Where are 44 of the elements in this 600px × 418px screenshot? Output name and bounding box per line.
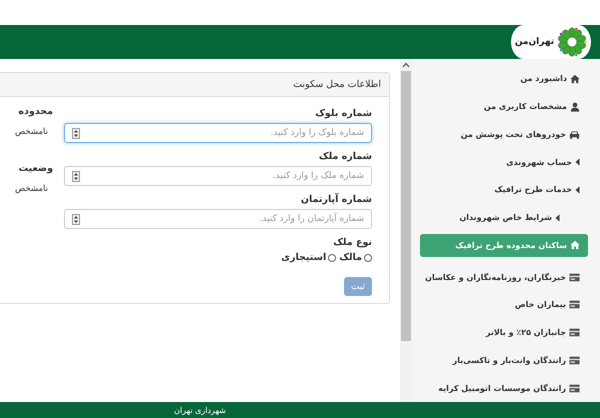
field-label: نوع ملک	[333, 237, 372, 248]
sidebar-item[interactable]: رانندگان موسسات اتومبیل کرایه	[420, 374, 588, 402]
radio-button[interactable]	[364, 254, 372, 262]
caret-icon	[575, 158, 580, 166]
card-icon	[569, 384, 580, 393]
sidebar-item[interactable]: خودروهای تحت پوشش من	[420, 120, 588, 148]
info-value: نامشخص	[14, 184, 49, 196]
sidebar-item[interactable]: خبرنگاران، روزنامه‌نگاران و عکاسان	[420, 263, 588, 292]
caret-icon	[555, 214, 560, 222]
sidebar-item[interactable]: رانندگان وانت‌بار و تاکسی‌بار	[420, 346, 588, 374]
info-value: نامشخص	[14, 127, 49, 139]
radio-label[interactable]: مالک	[339, 252, 362, 263]
sidebar-item[interactable]: داشبورد من	[420, 65, 588, 93]
spinner-icon[interactable]	[72, 170, 80, 182]
car-icon	[569, 130, 580, 139]
radio-label[interactable]: استیجاری	[281, 252, 326, 263]
logo-text: تهران‌من	[514, 37, 554, 47]
info-label: وضعیت	[18, 163, 54, 176]
panel-title: اطلاعات محل سکونت	[293, 79, 381, 90]
spinner-icon[interactable]	[72, 128, 80, 138]
sidebar-item[interactable]: مشخصات کاربری من	[420, 92, 588, 120]
scroll-up-icon[interactable]	[402, 62, 410, 68]
sidebar-item[interactable]: جانبازان ۲۵٪ و بالاتر	[420, 318, 588, 347]
spinner-icon[interactable]	[72, 214, 80, 224]
footer-text: شهرداری تهران	[174, 406, 226, 414]
home-icon	[570, 240, 580, 250]
radio-button[interactable]	[328, 254, 336, 262]
card-icon	[569, 328, 580, 338]
home-icon	[570, 74, 580, 84]
scrollbar[interactable]	[400, 59, 412, 402]
sidebar-item[interactable]: خدمات طرح ترافیک	[420, 176, 588, 204]
sidebar-item[interactable]: حساب شهروندی	[420, 148, 588, 176]
sidebar-item[interactable]: بیماران خاص	[420, 291, 588, 319]
card-icon	[569, 272, 580, 282]
info-label: محدوده	[17, 106, 54, 119]
user-icon	[570, 102, 580, 112]
scrollbar-thumb[interactable]	[401, 71, 411, 341]
field-label: شماره آپارتمان	[300, 194, 372, 205]
card-icon	[569, 356, 580, 365]
sidebar-item[interactable]: شرایط خاص شهروندان	[420, 204, 588, 232]
caret-icon	[575, 186, 580, 194]
field-label: شماره ملک	[318, 151, 372, 162]
card-icon	[569, 300, 580, 310]
field-label: شماره بلوک	[315, 108, 372, 119]
